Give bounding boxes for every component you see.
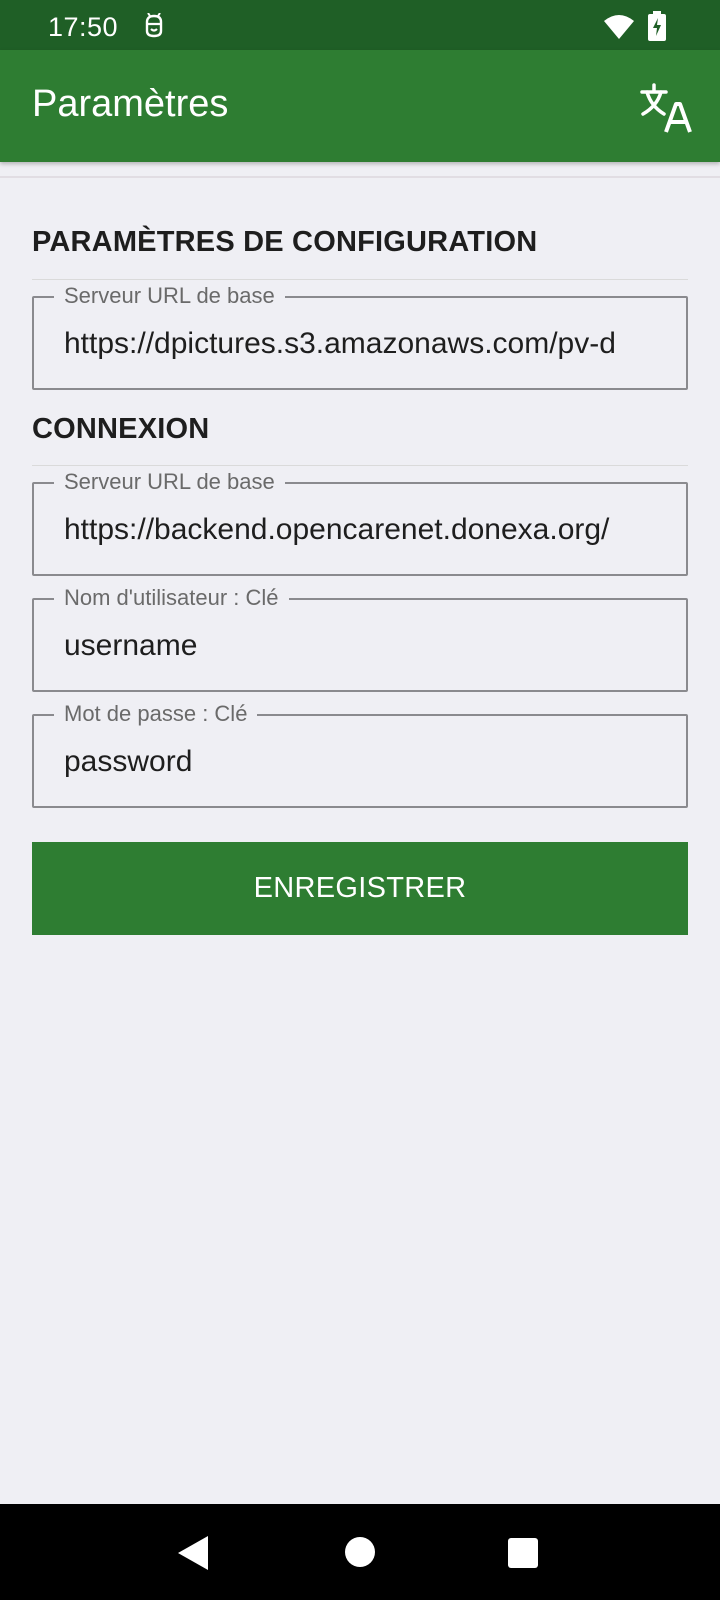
section-title-connexion: CONNEXION	[32, 413, 210, 445]
username-label: Nom d'utilisateur : Clé	[54, 584, 289, 612]
username-field[interactable]: Nom d'utilisateur : Clé username	[32, 584, 688, 692]
config-base-url-label: Serveur URL de base	[54, 282, 285, 310]
recents-icon[interactable]	[508, 1538, 538, 1568]
password-field[interactable]: Mot de passe : Clé password	[32, 700, 688, 808]
status-time: 17:50	[48, 12, 119, 42]
section-divider	[32, 279, 688, 280]
username-input[interactable]: username	[64, 628, 656, 664]
password-input[interactable]: password	[64, 744, 656, 780]
battery-charging-icon	[648, 11, 666, 41]
section-title-configuration: PARAMÈTRES DE CONFIGURATION	[32, 226, 538, 258]
translate-icon[interactable]	[638, 80, 694, 136]
connexion-base-url-input[interactable]: https://backend.opencarenet.donexa.org/	[64, 512, 656, 548]
home-icon[interactable]	[345, 1537, 375, 1567]
config-base-url-field[interactable]: Serveur URL de base https://dpictures.s3…	[32, 282, 688, 390]
navigation-bar	[0, 1504, 720, 1600]
section-divider	[32, 465, 688, 466]
notification-icon	[145, 13, 163, 38]
page-title: Paramètres	[32, 83, 229, 125]
app-bar: Paramètres	[0, 50, 720, 162]
save-button[interactable]: ENREGISTRER	[32, 842, 688, 935]
connexion-base-url-field[interactable]: Serveur URL de base https://backend.open…	[32, 468, 688, 576]
status-bar: 17:50	[0, 0, 720, 50]
divider	[0, 176, 720, 178]
connexion-base-url-label: Serveur URL de base	[54, 468, 285, 496]
password-label: Mot de passe : Clé	[54, 700, 258, 728]
config-base-url-input[interactable]: https://dpictures.s3.amazonaws.com/pv-d	[64, 326, 656, 362]
wifi-icon	[604, 15, 634, 39]
back-icon[interactable]	[178, 1536, 208, 1570]
